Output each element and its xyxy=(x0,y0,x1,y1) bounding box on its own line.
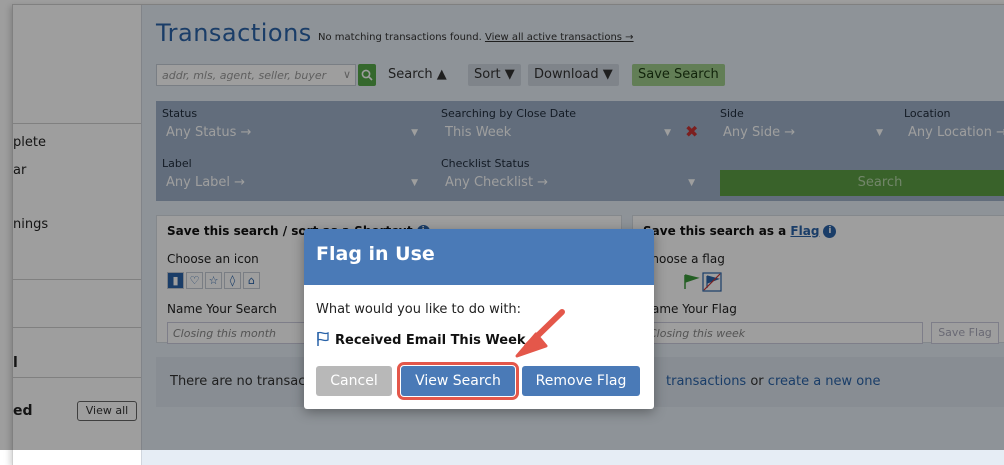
flag-icon xyxy=(317,331,329,346)
flag-in-use-modal: Flag in Use What would you like to do wi… xyxy=(304,229,654,409)
remove-flag-button[interactable]: Remove Flag xyxy=(522,366,640,396)
flag-name-line: Received Email This Week xyxy=(316,331,526,348)
modal-question: What would you like to do with: xyxy=(316,302,522,317)
modal-title: Flag in Use xyxy=(316,243,435,265)
cancel-button[interactable]: Cancel xyxy=(316,366,392,396)
flag-name: Received Email This Week xyxy=(335,333,526,348)
view-search-button[interactable]: View Search xyxy=(397,362,519,400)
modal-header: Flag in Use xyxy=(304,229,654,285)
